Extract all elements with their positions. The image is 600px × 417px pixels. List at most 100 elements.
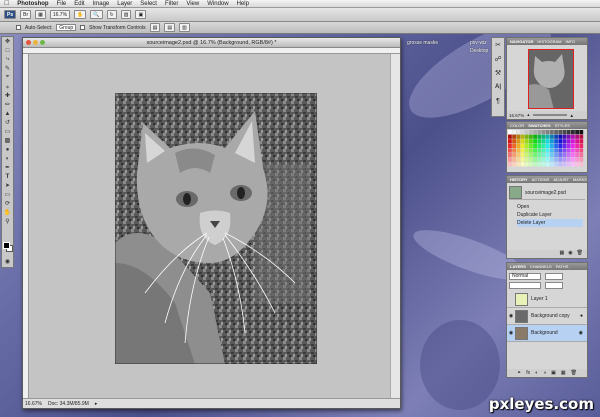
- swatch-cell[interactable]: [516, 134, 521, 139]
- swatch-cell[interactable]: [558, 134, 563, 139]
- move-tool-icon[interactable]: ✥: [2, 37, 13, 46]
- swatch-cell[interactable]: [533, 162, 537, 167]
- swatch-cell[interactable]: [520, 139, 525, 144]
- swatch-cell[interactable]: [562, 157, 567, 162]
- swatch-cell[interactable]: [529, 143, 533, 148]
- align-icon[interactable]: ▤: [149, 23, 161, 32]
- swatch-cell[interactable]: [537, 148, 542, 153]
- dodge-tool-icon[interactable]: ◐: [2, 154, 13, 163]
- swatch-cell[interactable]: [545, 139, 550, 144]
- tab-layers[interactable]: LAYERS: [510, 264, 526, 269]
- swatch-cell[interactable]: [508, 134, 512, 139]
- swatch-cell[interactable]: [566, 134, 571, 139]
- swatch-cell[interactable]: [541, 153, 546, 158]
- swatch-cell[interactable]: [516, 148, 521, 153]
- menu-help[interactable]: Help: [237, 1, 249, 7]
- tab-masks[interactable]: MASKS: [573, 177, 587, 182]
- tab-info[interactable]: INFO: [566, 39, 576, 44]
- swatch-cell[interactable]: [575, 157, 579, 162]
- gradient-tool-icon[interactable]: ▩: [2, 136, 13, 145]
- tab-actions[interactable]: ACTIONS: [532, 177, 550, 182]
- bridge-icon[interactable]: Br: [20, 10, 32, 19]
- zoom-slider[interactable]: [532, 114, 567, 116]
- swatch-cell[interactable]: [541, 130, 546, 135]
- status-arrow-icon[interactable]: ▸: [95, 401, 98, 407]
- eyedropper-tool-icon[interactable]: ⁎: [2, 82, 13, 91]
- swatch-cell[interactable]: [575, 139, 579, 144]
- swatch-cell[interactable]: [508, 162, 512, 167]
- swatch-cell[interactable]: [550, 134, 554, 139]
- swatch-cell[interactable]: [566, 148, 571, 153]
- swatch-cell[interactable]: [554, 148, 558, 153]
- swatch-cell[interactable]: [566, 153, 571, 158]
- shape-tool-icon[interactable]: ▭: [2, 190, 13, 199]
- swatch-cell[interactable]: [566, 157, 571, 162]
- swatch-cell[interactable]: [571, 139, 575, 144]
- swatch-cell[interactable]: [537, 143, 542, 148]
- auto-select-dropdown[interactable]: Group: [56, 24, 77, 31]
- swatch-cell[interactable]: [545, 134, 550, 139]
- swatch-cell[interactable]: [529, 153, 533, 158]
- align-icon[interactable]: ▤: [164, 23, 176, 32]
- swatch-cell[interactable]: [558, 162, 563, 167]
- blend-mode-select[interactable]: Normal: [509, 272, 541, 280]
- swatch-cell[interactable]: [554, 162, 558, 167]
- fill-field[interactable]: [545, 281, 563, 289]
- navigator-zoom-value[interactable]: 16.67%: [509, 113, 524, 118]
- swatch-cell[interactable]: [533, 139, 537, 144]
- swatch-cell[interactable]: [512, 130, 516, 135]
- layer-style-icon[interactable]: fx: [526, 370, 530, 376]
- opacity-field[interactable]: [545, 272, 563, 280]
- menu-view[interactable]: View: [186, 1, 199, 7]
- new-snapshot-icon[interactable]: ◉: [568, 250, 572, 258]
- swatch-cell[interactable]: [529, 134, 533, 139]
- new-document-icon[interactable]: ▦: [560, 250, 565, 258]
- swatch-cell[interactable]: [545, 157, 550, 162]
- swatch-cell[interactable]: [512, 148, 516, 153]
- apple-menu-icon[interactable]: : [4, 0, 9, 7]
- swatch-cell[interactable]: [571, 134, 575, 139]
- brushes-icon[interactable]: ✂: [492, 38, 504, 52]
- swatch-cell[interactable]: [562, 148, 567, 153]
- navigator-preview[interactable]: [528, 49, 574, 109]
- add-mask-icon[interactable]: ◐: [535, 370, 538, 376]
- swatch-cell[interactable]: [520, 143, 525, 148]
- swatch-cell[interactable]: [554, 143, 558, 148]
- swatch-cell[interactable]: [579, 134, 584, 139]
- adjustment-layer-icon[interactable]: ◑: [543, 370, 546, 376]
- tab-history[interactable]: HISTORY: [510, 177, 528, 182]
- swatch-cell[interactable]: [550, 153, 554, 158]
- swatch-cell[interactable]: [524, 134, 529, 139]
- lasso-tool-icon[interactable]: ⤷: [2, 55, 13, 64]
- swatch-cell[interactable]: [533, 157, 537, 162]
- swatch-cell[interactable]: [520, 148, 525, 153]
- swatch-cell[interactable]: [550, 148, 554, 153]
- swatch-cell[interactable]: [566, 130, 571, 135]
- swatch-cell[interactable]: [541, 139, 546, 144]
- character-icon[interactable]: A|: [492, 80, 504, 94]
- swatch-cell[interactable]: [529, 148, 533, 153]
- swatch-cell[interactable]: [558, 143, 563, 148]
- tab-paths[interactable]: PATHS: [556, 264, 569, 269]
- swatch-cell[interactable]: [512, 153, 516, 158]
- swatch-cell[interactable]: [579, 157, 584, 162]
- swatch-cell[interactable]: [537, 153, 542, 158]
- swatch-cell[interactable]: [516, 139, 521, 144]
- swatch-cell[interactable]: [562, 139, 567, 144]
- swatch-cell[interactable]: [571, 130, 575, 135]
- swatch-cell[interactable]: [554, 157, 558, 162]
- swatch-cell[interactable]: [575, 162, 579, 167]
- quick-select-tool-icon[interactable]: ✎: [2, 64, 13, 73]
- canvas-area[interactable]: [29, 54, 390, 398]
- zoom-level-select[interactable]: 16.7%: [49, 10, 71, 19]
- arrange-documents-icon[interactable]: ▧: [120, 10, 132, 19]
- swatch-cell[interactable]: [529, 139, 533, 144]
- tab-navigator[interactable]: NAVIGATOR: [510, 39, 533, 44]
- swatch-cell[interactable]: [554, 134, 558, 139]
- swatch-cell[interactable]: [579, 153, 584, 158]
- swatch-cell[interactable]: [529, 130, 533, 135]
- swatch-cell[interactable]: [550, 143, 554, 148]
- swatch-cell[interactable]: [566, 162, 571, 167]
- swatch-cell[interactable]: [533, 153, 537, 158]
- swatch-cell[interactable]: [520, 162, 525, 167]
